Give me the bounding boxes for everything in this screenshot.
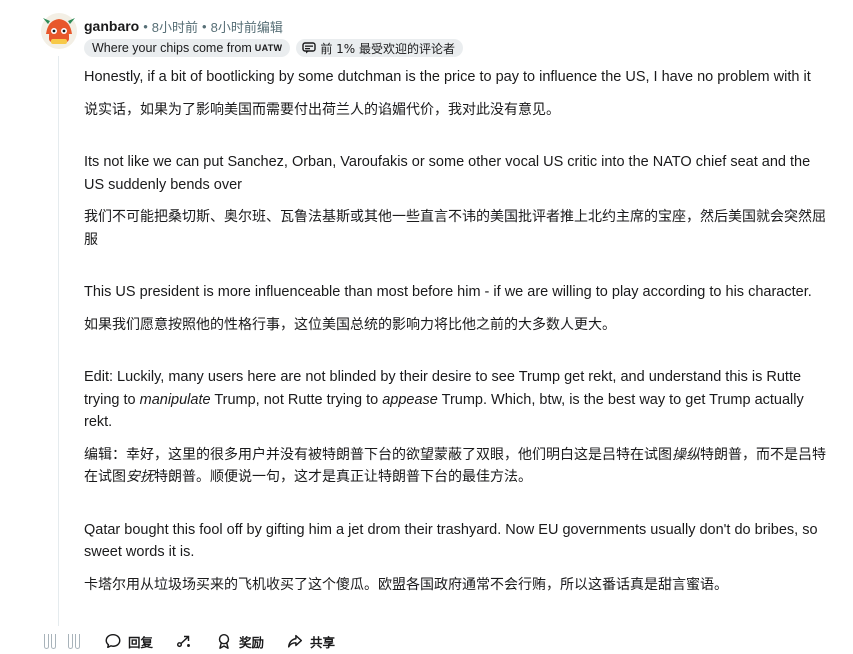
paragraph-en-5: Qatar bought this fool off by gifting hi… (84, 521, 818, 561)
flair-row: Where your chips come from UATW 前 1% 最受欢… (84, 39, 463, 57)
username[interactable]: ganbaro (84, 18, 139, 34)
top-commenter-icon (302, 42, 317, 54)
avatar[interactable] (40, 12, 78, 50)
user-flair-suffix: UATW (254, 43, 283, 53)
share-icon (288, 634, 303, 648)
text-segment: 编辑：幸好，这里的很多用户并没有被特朗普下台的欲望蒙蔽了双眼，他们明白这是吕特在… (84, 446, 672, 463)
award-label: 奖励 (239, 634, 265, 650)
emphasis-appease-zh: 安抚 (126, 469, 154, 485)
emphasis-manipulate: manipulate (139, 391, 211, 408)
vote-group (44, 633, 80, 649)
edited-timestamp: 8小时前编辑 (210, 19, 283, 35)
thread-line[interactable] (58, 56, 59, 626)
upvote-icon[interactable] (44, 633, 56, 649)
award-button[interactable]: 奖励 (215, 632, 264, 651)
paragraph-en-3: This US president is more influenceable … (84, 284, 812, 300)
user-flair: Where your chips come from UATW (84, 39, 291, 57)
text-segment: 特朗普。顺便说一句，这才是真正让特朗普下台的最佳方法。 (154, 469, 532, 485)
top-commenter-badge[interactable]: 前 1% 最受欢迎的评论者 (296, 39, 463, 57)
reply-button[interactable]: 回复 (104, 632, 153, 651)
emphasis-manipulate-zh: 操纵 (672, 446, 700, 463)
comment-body: Honestly, if a bit of bootlicking by som… (84, 66, 834, 596)
share-button[interactable]: 共享 (286, 632, 335, 651)
text-segment: Trump, not Rutte trying to (210, 391, 383, 408)
award-icon (218, 633, 230, 649)
comment-header: ganbaro • 8小时前 • 8小时前编辑 (84, 17, 283, 35)
paragraph-zh-2: 我们不可能把桑切斯、奥尔班、瓦鲁法基斯或其他一些直言不讳的美国批评者推上北约主席… (84, 209, 826, 248)
paragraph-en-1: Honestly, if a bit of bootlicking by som… (84, 69, 811, 85)
forward-button[interactable] (175, 632, 193, 650)
user-flair-text: Where your chips come from (92, 41, 252, 55)
paragraph-zh-1: 说实话，如果为了影响美国而需要付出荷兰人的谄媚代价，我对此没有意见。 (84, 101, 560, 118)
separator-dot: • (143, 18, 148, 34)
paragraph-zh-4: 编辑：幸好，这里的很多用户并没有被特朗普下台的欲望蒙蔽了双眼，他们明白这是吕特在… (84, 444, 834, 489)
reply-label: 回复 (128, 634, 154, 650)
comment-bubble-icon (105, 633, 121, 649)
downvote-icon[interactable] (68, 633, 80, 649)
forward-icon (176, 635, 190, 648)
paragraph-en-2: Its not like we can put Sanchez, Orban, … (84, 154, 811, 193)
paragraph-zh-5: 卡塔尔用从垃圾场买来的飞机收买了这个傻瓜。欧盟各国政府通常不会行贿，所以这番话真… (84, 576, 728, 593)
emphasis-appease: appease (382, 391, 438, 408)
separator-dot: • (202, 18, 207, 34)
share-label: 共享 (310, 634, 336, 650)
paragraph-en-4: Edit: Luckily, many users here are not b… (84, 366, 834, 434)
paragraph-zh-3: 如果我们愿意按照他的性格行事，这位美国总统的影响力将比他之前的大多数人更大。 (84, 316, 616, 333)
timestamp[interactable]: 8小时前 (152, 17, 198, 36)
top-commenter-badge-label: 前 1% 最受欢迎的评论者 (320, 41, 455, 56)
comment-actions: 回复 奖励 共享 (40, 628, 853, 654)
